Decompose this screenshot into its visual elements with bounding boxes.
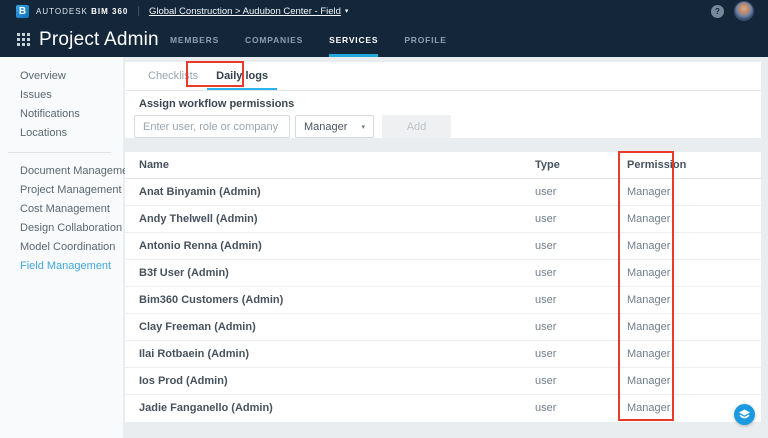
sidebar-item-project-management[interactable]: Project Management bbox=[0, 181, 123, 200]
member-permission[interactable]: Manager bbox=[627, 179, 670, 206]
member-permission[interactable]: Manager bbox=[627, 341, 670, 368]
tab-services[interactable]: SERVICES bbox=[329, 22, 379, 57]
top-bar-right: ? bbox=[711, 0, 754, 22]
table-row[interactable]: Andy Thelwell (Admin) user Manager bbox=[125, 206, 761, 233]
sidebar-item-notifications[interactable]: Notifications bbox=[0, 105, 123, 124]
member-permission[interactable]: Manager bbox=[627, 395, 670, 422]
sidebar-group-services: Document Management Project Management C… bbox=[0, 162, 137, 276]
member-type: user bbox=[535, 267, 557, 279]
sidebar-item-locations[interactable]: Locations bbox=[0, 124, 123, 143]
member-type: user bbox=[535, 375, 557, 387]
layers-icon bbox=[739, 409, 750, 419]
assign-permissions-row: Manager ▾ Add bbox=[134, 115, 761, 138]
sidebar: Overview Issues Notifications Locations … bbox=[0, 57, 137, 438]
sidebar-item-field-management[interactable]: Field Management bbox=[0, 257, 123, 276]
tab-companies[interactable]: COMPANIES bbox=[245, 22, 303, 57]
chevron-down-icon[interactable]: ▾ bbox=[345, 7, 349, 15]
table-header-row: Name Type Permission bbox=[125, 152, 761, 179]
role-select-value: Manager bbox=[304, 120, 348, 133]
assign-permissions-label: Assign workflow permissions bbox=[139, 98, 295, 110]
member-name: Anat Binyamin (Admin) bbox=[139, 186, 261, 198]
member-name: Ilai Rotbaein (Admin) bbox=[139, 348, 249, 360]
table-row[interactable]: Clay Freeman (Admin) user Manager bbox=[125, 314, 761, 341]
column-header-name: Name bbox=[139, 159, 169, 171]
table-row[interactable]: Antonio Renna (Admin) user Manager bbox=[125, 233, 761, 260]
sidebar-item-design-collaboration[interactable]: Design Collaboration bbox=[0, 219, 123, 238]
member-permission[interactable]: Manager bbox=[627, 206, 670, 233]
role-select[interactable]: Manager ▾ bbox=[295, 115, 374, 138]
sidebar-item-issues[interactable]: Issues bbox=[0, 86, 123, 105]
sidebar-item-cost-management[interactable]: Cost Management bbox=[0, 200, 123, 219]
sidebar-item-model-coordination[interactable]: Model Coordination bbox=[0, 238, 123, 257]
tab-daily-logs[interactable]: Daily logs bbox=[207, 62, 278, 90]
tab-checklists[interactable]: Checklists bbox=[139, 62, 207, 90]
permissions-table: Name Type Permission Anat Binyamin (Admi… bbox=[125, 152, 761, 422]
sidebar-divider bbox=[8, 152, 111, 153]
help-icon[interactable]: ? bbox=[711, 4, 724, 18]
member-name: Andy Thelwell (Admin) bbox=[139, 213, 258, 225]
member-type: user bbox=[535, 240, 557, 252]
table-row[interactable]: Ilai Rotbaein (Admin) user Manager bbox=[125, 341, 761, 368]
header-tabs: MEMBERS COMPANIES SERVICES PROFILE bbox=[170, 22, 447, 57]
content-tabs: Checklists Daily logs bbox=[125, 62, 761, 91]
whats-new-button[interactable] bbox=[734, 404, 755, 425]
member-type: user bbox=[535, 294, 557, 306]
add-button[interactable]: Add bbox=[382, 115, 451, 138]
page-title: Project Admin bbox=[39, 28, 159, 50]
user-search-input[interactable] bbox=[134, 115, 290, 138]
tab-members[interactable]: MEMBERS bbox=[170, 22, 219, 57]
member-permission[interactable]: Manager bbox=[627, 314, 670, 341]
member-permission[interactable]: Manager bbox=[627, 287, 670, 314]
apps-grid-icon[interactable] bbox=[17, 33, 30, 46]
avatar[interactable] bbox=[734, 1, 754, 21]
member-name: Antonio Renna (Admin) bbox=[139, 240, 262, 252]
header-bar: Project Admin MEMBERS COMPANIES SERVICES… bbox=[0, 22, 768, 57]
member-type: user bbox=[535, 213, 557, 225]
member-permission[interactable]: Manager bbox=[627, 260, 670, 287]
member-type: user bbox=[535, 321, 557, 333]
sidebar-group-project: Overview Issues Notifications Locations bbox=[0, 57, 123, 143]
member-name: Ios Prod (Admin) bbox=[139, 375, 228, 387]
brand-label: AUTODESK BIM 360 bbox=[36, 7, 128, 16]
member-name: Bim360 Customers (Admin) bbox=[139, 294, 284, 306]
table-row[interactable]: Anat Binyamin (Admin) user Manager bbox=[125, 179, 761, 206]
chevron-down-icon: ▾ bbox=[361, 123, 365, 131]
top-bar: B AUTODESK BIM 360 | Global Construction… bbox=[0, 0, 768, 22]
table-row[interactable]: Jadie Fanganello (Admin) user Manager bbox=[125, 395, 761, 422]
member-name: Jadie Fanganello (Admin) bbox=[139, 402, 273, 414]
autodesk-bim360-logo-icon: B bbox=[16, 4, 29, 18]
brand-divider: | bbox=[137, 5, 140, 17]
autodesk-label: AUTODESK bbox=[36, 6, 88, 16]
column-header-type: Type bbox=[535, 159, 560, 171]
member-name: B3f User (Admin) bbox=[139, 267, 229, 279]
member-type: user bbox=[535, 402, 557, 414]
table-row[interactable]: Bim360 Customers (Admin) user Manager bbox=[125, 287, 761, 314]
sidebar-item-overview[interactable]: Overview bbox=[0, 67, 123, 86]
title-wrap: Project Admin bbox=[17, 22, 159, 57]
bim360-project-admin-app: B AUTODESK BIM 360 | Global Construction… bbox=[0, 0, 768, 438]
column-header-permission: Permission bbox=[627, 159, 687, 171]
table-row[interactable]: B3f User (Admin) user Manager bbox=[125, 260, 761, 287]
tab-profile[interactable]: PROFILE bbox=[404, 22, 446, 57]
member-permission[interactable]: Manager bbox=[627, 233, 670, 260]
member-name: Clay Freeman (Admin) bbox=[139, 321, 256, 333]
table-row[interactable]: Ios Prod (Admin) user Manager bbox=[125, 368, 761, 395]
sidebar-item-document-management[interactable]: Document Management bbox=[0, 162, 137, 181]
member-permission[interactable]: Manager bbox=[627, 368, 670, 395]
member-type: user bbox=[535, 348, 557, 360]
workflow-permissions-card: Checklists Daily logs Assign workflow pe… bbox=[125, 62, 761, 138]
product-label: BIM 360 bbox=[91, 6, 129, 16]
project-breadcrumb[interactable]: Global Construction > Audubon Center - F… bbox=[149, 6, 341, 17]
member-type: user bbox=[535, 186, 557, 198]
